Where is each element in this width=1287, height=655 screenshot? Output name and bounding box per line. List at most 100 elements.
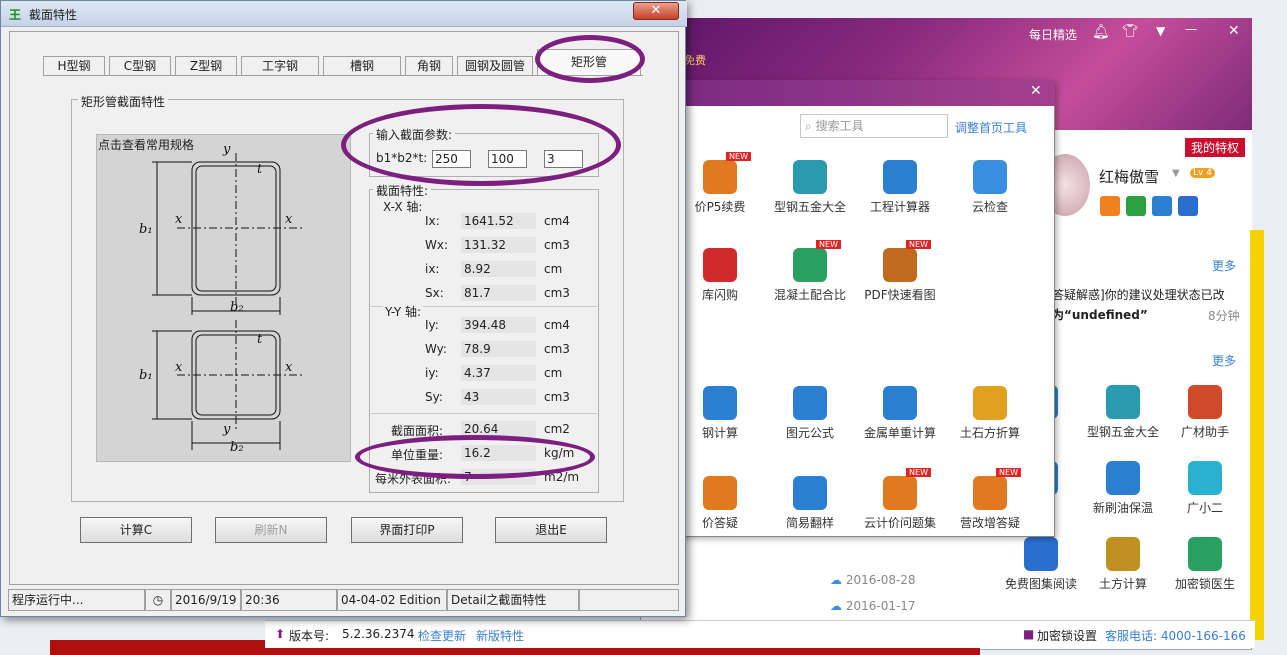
tool-label: 混凝土配合比 [773,288,846,302]
tab-2[interactable]: C型钢 [109,56,171,76]
prop-value: 8.92 [461,261,536,277]
adjust-tools-link[interactable]: 调整首页工具 [955,119,1027,136]
prop-label: Ix: [425,214,440,228]
rect-tube-group-title: 矩形管截面特性 [78,93,169,110]
right-tool-item[interactable]: 土方计算 [1082,537,1164,592]
side-strip [1250,230,1264,640]
tool-label: 型钢五金大全 [1086,425,1159,439]
lock-icon: ■ [1023,627,1035,641]
free-badge: 免费 [684,54,706,67]
tool-icon [1106,461,1140,495]
y-axis-label: y [222,422,231,437]
version-number: 5.2.36.2374 [342,627,415,641]
tool-item[interactable]: 钢计算 [675,386,765,441]
tab-3[interactable]: Z型钢 [175,56,237,76]
tool-label: 简易翻样 [785,516,834,530]
perk-icon-2[interactable] [1126,196,1146,216]
bell-icon[interactable]: 🔔︎ [1092,24,1110,40]
tool-item[interactable]: NEW 云计价问题集 [855,468,945,531]
my-perks-badge[interactable]: 我的特权 [1185,138,1246,157]
b2-label: b₂ [230,440,244,455]
prop-unit: cm3 [544,390,570,404]
daily-picks-link[interactable]: 每日精选 [1029,26,1077,43]
close-button[interactable]: ✕ [633,2,679,20]
minimize-icon[interactable]: — [1185,22,1197,36]
menu-down-icon[interactable]: ▼ [1156,24,1165,38]
tool-item[interactable]: NEW 混凝土配合比 [765,240,855,303]
tab-1[interactable]: H型钢 [43,56,105,76]
section-diagram[interactable]: 点击查看常用规格 y t x x b₁ b₂ t x x b₁ y b₂ [96,134,351,462]
right-tool-item[interactable]: 加密锁医生 [1164,537,1246,592]
tab-4[interactable]: 工字钢 [241,56,319,76]
right-tool-item[interactable]: 免费图集阅读 [1000,537,1082,592]
tool-icon: NEW [883,468,931,510]
prop-unit: cm4 [544,214,570,228]
tool-label: PDF快速看图 [864,288,936,302]
app-icon: 王 [9,8,22,22]
tools-panel-titlebar: ✕ [675,80,1055,106]
lock-settings-link[interactable]: 加密锁设置 [1037,627,1097,644]
perk-icon-4[interactable] [1178,196,1198,216]
caret-icon[interactable]: ▼ [1172,168,1180,179]
tool-icon [703,248,737,282]
right-tool-item[interactable]: 型钢五金大全 [1082,385,1164,440]
tool-item[interactable]: 金属单重计算 [855,386,945,441]
notice-text[interactable]: 答疑解惑]你的建议处理状态已改 [1052,286,1225,303]
perk-icon-3[interactable] [1152,196,1172,216]
prop-value: 78.9 [461,341,536,357]
tool-icon: NEW [973,468,1021,510]
tool-item[interactable]: 价答疑 [675,476,765,531]
new-features-link[interactable]: 新版特性 [476,627,524,644]
check-update-link[interactable]: 检查更新 [418,627,466,644]
tool-item[interactable]: 土石方折算 [945,386,1035,441]
tool-item[interactable]: 图元公式 [765,386,855,441]
prop-value: 394.48 [461,317,536,333]
more-link-2[interactable]: 更多 [1212,352,1236,369]
tool-item[interactable]: NEW 价P5续费 [675,152,765,215]
more-link-1[interactable]: 更多 [1212,257,1236,274]
bg-close-icon[interactable]: ✕ [1228,23,1240,39]
date-item[interactable]: ☁︎ 2016-01-17 [830,599,950,613]
x-axis-label: x [175,360,183,375]
x-axis-label: x [175,212,183,227]
area-unit: cm2 [544,422,570,436]
right-tool-item[interactable]: 广材助手 [1164,385,1246,440]
calculate-button[interactable]: 计算C [80,517,192,543]
prop-unit: cm [544,262,563,276]
highlight-ellipse [341,104,621,186]
prop-value: 81.7 [461,285,536,301]
tools-close-icon[interactable]: ✕ [1030,83,1042,99]
tool-item[interactable]: 型钢五金大全 [765,160,855,215]
tool-search-input[interactable]: ⌕ 搜索工具 [800,114,948,138]
section-props-title: 截面特性: [373,182,432,199]
tool-icon: NEW [883,240,931,282]
tool-item[interactable]: 库闪购 [675,248,765,303]
b1-label: b₁ [139,222,153,237]
tab-5[interactable]: 槽钢 [323,56,401,76]
right-tool-item[interactable]: 广小二 [1164,461,1246,516]
tool-item[interactable]: 云检查 [945,160,1035,215]
bottom-bar: ⬆ 版本号: 5.2.36.2374 检查更新 新版特性 ■ 加密锁设置 客服电… [265,620,1255,648]
exit-button[interactable]: 退出E [495,517,607,543]
tool-item[interactable]: 工程计算器 [855,160,945,215]
perk-icon-1[interactable] [1100,196,1120,216]
tool-label: 广小二 [1186,501,1223,515]
status-time: 20:36 [241,589,337,611]
tool-icon [973,386,1007,420]
right-tool-item[interactable]: 新刷油保温 [1082,461,1164,516]
status-date: 2016/9/19 [171,589,241,611]
tool-label: 工程计算器 [869,200,930,214]
tab-6[interactable]: 角钢 [405,56,453,76]
tool-icon [883,386,917,420]
refresh-button[interactable]: 刷新N [215,517,327,543]
print-button[interactable]: 界面打印P [351,517,463,543]
date-item[interactable]: ☁︎ 2016-08-28 [830,573,950,599]
tool-item[interactable]: NEW 营改增答疑 [945,468,1035,531]
tool-item[interactable]: NEW PDF快速看图 [855,240,945,303]
tool-icon [793,160,827,194]
tool-item[interactable]: 简易翻样 [765,476,855,531]
highlight-ellipse [355,435,595,479]
shirt-icon[interactable]: 👕︎ [1122,24,1139,39]
tab-7[interactable]: 圆钢及圆管 [457,56,533,76]
tool-label: 云检查 [971,200,1008,214]
